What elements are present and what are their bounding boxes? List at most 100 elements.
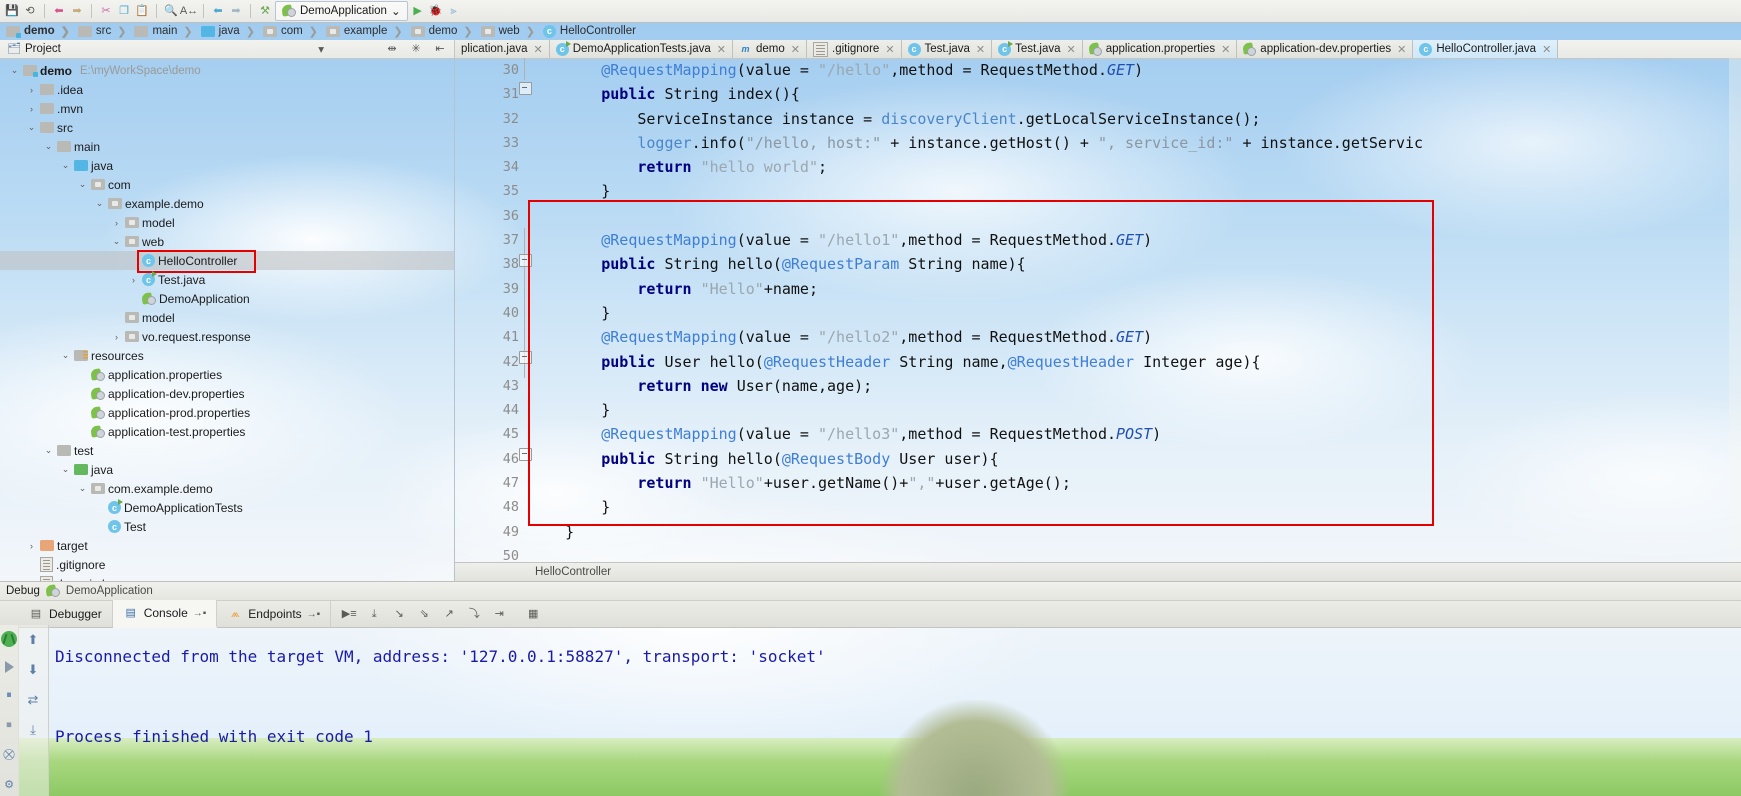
tree-item-test[interactable]: ⌄ test <box>0 441 454 460</box>
breadcrumb-item-example[interactable]: example ❯ <box>320 22 405 40</box>
tree-item--mvn[interactable]: › .mvn <box>0 99 454 118</box>
close-tab-icon[interactable]: ✕ <box>1067 43 1076 56</box>
mute-breakpoints-icon[interactable]: ⛒ <box>1 747 17 763</box>
editor-tab-application-properties[interactable]: application.properties ✕ <box>1082 40 1238 58</box>
tree-item-com-example-demo[interactable]: ⌄ com.example.demo <box>0 479 454 498</box>
expand-collapse-icon[interactable]: ⌄ <box>76 483 89 494</box>
tree-item-demo-iml[interactable]: demo.iml <box>0 574 454 581</box>
copy-icon[interactable]: ❐ <box>116 3 132 19</box>
collapse-all-icon[interactable]: ⇹ <box>384 41 400 57</box>
expand-collapse-icon[interactable]: ⌄ <box>25 122 38 133</box>
settings-icon[interactable]: ⚙ <box>1 777 17 793</box>
breadcrumb-item-src[interactable]: src ❯ <box>72 22 129 40</box>
hide-panel-icon[interactable]: ⇤ <box>432 41 448 57</box>
expand-collapse-icon[interactable]: › <box>127 275 140 285</box>
debug-button[interactable]: 🐞 <box>428 3 444 19</box>
tree-item-application-test-properties[interactable]: application-test.properties <box>0 422 454 441</box>
tree-item-main[interactable]: ⌄ main <box>0 137 454 156</box>
project-tree-panel[interactable]: ⌄ demo E:\myWorkSpace\demo › .idea › .mvn ⌄ src ⌄… <box>0 58 455 581</box>
expand-collapse-icon[interactable]: ⌄ <box>59 350 72 361</box>
pin-tab-icon[interactable]: →▪ <box>307 609 321 620</box>
expand-collapse-icon[interactable]: › <box>25 541 38 551</box>
tree-item-application-properties[interactable]: application.properties <box>0 365 454 384</box>
close-tab-icon[interactable]: ✕ <box>1397 43 1406 56</box>
tree-item-example-demo[interactable]: ⌄ example.demo <box>0 194 454 213</box>
expand-collapse-icon[interactable]: › <box>110 332 123 342</box>
redo-icon[interactable]: ➡ <box>69 3 85 19</box>
editor-tab-plication-java[interactable]: plication.java ✕ <box>455 40 550 58</box>
drop-frame-icon[interactable]: ⤵ <box>466 606 482 622</box>
expand-collapse-icon[interactable]: › <box>110 218 123 228</box>
close-tab-icon[interactable]: ✕ <box>791 43 800 56</box>
editor-tab-application-dev-properties[interactable]: application-dev.properties ✕ <box>1237 40 1414 58</box>
resume-icon[interactable] <box>4 661 14 673</box>
tree-item-java[interactable]: ⌄ java <box>0 460 454 479</box>
step-into-icon[interactable]: ↘ <box>391 606 407 622</box>
tree-item-src[interactable]: ⌄ src <box>0 118 454 137</box>
editor-tab-hellocontroller-java[interactable]: c HelloController.java ✕ <box>1413 40 1559 58</box>
run-to-cursor-icon[interactable]: ⇥ <box>491 606 507 622</box>
breadcrumb-item-main[interactable]: main ❯ <box>128 22 194 40</box>
breadcrumb-item-demo[interactable]: demo ❯ <box>405 22 475 40</box>
expand-collapse-icon[interactable]: › <box>25 104 38 114</box>
tree-item-hellocontroller[interactable]: c HelloController <box>0 251 454 270</box>
close-tab-icon[interactable]: ✕ <box>1221 43 1230 56</box>
coverage-button[interactable]: ⫸ <box>446 3 462 19</box>
step-out-icon[interactable]: ↗ <box>441 606 457 622</box>
sync-icon[interactable]: ⟲ <box>22 3 38 19</box>
run-button[interactable]: ▶ <box>410 3 426 19</box>
code-editor[interactable]: 30 31 32 33 34 35 36 37 38 39 40 41 42 43 44 45 46 47 48 49… <box>455 58 1741 581</box>
editor-tab-test-java[interactable]: c Test.java ✕ <box>992 40 1083 58</box>
gear-icon[interactable]: ✳ <box>408 41 424 57</box>
close-tab-icon[interactable]: ✕ <box>885 43 894 56</box>
chevron-down-icon[interactable]: ⌄ <box>391 4 401 18</box>
debug-tab-console[interactable]: ▤ Console →▪ <box>112 600 218 628</box>
tree-item-vo-request-response[interactable]: › vo.request.response <box>0 327 454 346</box>
console-output[interactable]: ⏸ ⏹ ⛒ ⚙ ⬆ ⬇ ⇄ ⤓ Disconnected from the ta… <box>0 625 1741 796</box>
force-step-into-icon[interactable]: ⇘ <box>416 606 432 622</box>
compile-icon[interactable]: ⚒ <box>257 3 273 19</box>
breadcrumb-item-hellocontroller[interactable]: c HelloController <box>537 22 638 40</box>
tree-item-application-prod-properties[interactable]: application-prod.properties <box>0 403 454 422</box>
undo-icon[interactable]: ⬅ <box>51 3 67 19</box>
paste-icon[interactable]: 📋 <box>134 3 150 19</box>
project-panel-chevron-icon[interactable]: ▾ <box>318 42 324 56</box>
tree-item-web[interactable]: ⌄ web <box>0 232 454 251</box>
find-icon[interactable]: 🔍 <box>163 3 179 19</box>
breadcrumb-item-demo[interactable]: demo ❯ <box>0 22 72 40</box>
editor-tab-demo[interactable]: m demo ✕ <box>733 40 807 58</box>
close-tab-icon[interactable]: ✕ <box>1542 43 1551 56</box>
cut-icon[interactable]: ✂ <box>98 3 114 19</box>
tree-item-demo[interactable]: ⌄ demo E:\myWorkSpace\demo <box>0 61 454 80</box>
project-panel-header[interactable]: 🗂 Project ▾ ⇹ ✳ ⇤ <box>0 40 455 58</box>
tree-item-target[interactable]: › target <box>0 536 454 555</box>
close-tab-icon[interactable]: ✕ <box>976 43 985 56</box>
stop-icon[interactable]: ⏹ <box>1 717 17 733</box>
expand-collapse-icon[interactable]: ⌄ <box>110 236 123 247</box>
step-over-icon[interactable]: ⤓ <box>366 606 382 622</box>
expand-collapse-icon[interactable]: ⌄ <box>8 65 21 76</box>
evaluate-expression-icon[interactable]: ▦ <box>525 606 541 622</box>
tree-item-demoapplicationtests[interactable]: c DemoApplicationTests <box>0 498 454 517</box>
editor-tab--gitignore[interactable]: .gitignore ✕ <box>807 40 902 58</box>
expand-collapse-icon[interactable]: ⌄ <box>76 179 89 190</box>
expand-collapse-icon[interactable]: ⌄ <box>59 464 72 475</box>
pin-tab-icon[interactable]: →▪ <box>193 608 207 619</box>
expand-collapse-icon[interactable]: › <box>25 85 38 95</box>
tree-item-application-dev-properties[interactable]: application-dev.properties <box>0 384 454 403</box>
expand-collapse-icon[interactable]: ⌄ <box>42 141 55 152</box>
pause-icon[interactable]: ⏸ <box>1 687 17 703</box>
debug-tab-endpoints[interactable]: ⩕ Endpoints →▪ <box>217 601 332 627</box>
tree-item-model[interactable]: › model <box>0 213 454 232</box>
expand-collapse-icon[interactable]: ⌄ <box>93 198 106 209</box>
close-tab-icon[interactable]: ✕ <box>533 43 542 56</box>
editor-tab-test-java[interactable]: c Test.java ✕ <box>901 40 993 58</box>
scroll-up-icon[interactable]: ⬆ <box>24 631 42 649</box>
forward-icon[interactable]: ➡ <box>228 3 244 19</box>
tree-item-resources[interactable]: ⌄ resources <box>0 346 454 365</box>
breadcrumb-item-web[interactable]: web ❯ <box>475 22 537 40</box>
back-icon[interactable]: ⬅ <box>210 3 226 19</box>
save-icon[interactable]: 💾 <box>4 3 20 19</box>
debug-bug-icon[interactable] <box>1 631 17 647</box>
editor-scrollbar[interactable] <box>1729 58 1741 581</box>
